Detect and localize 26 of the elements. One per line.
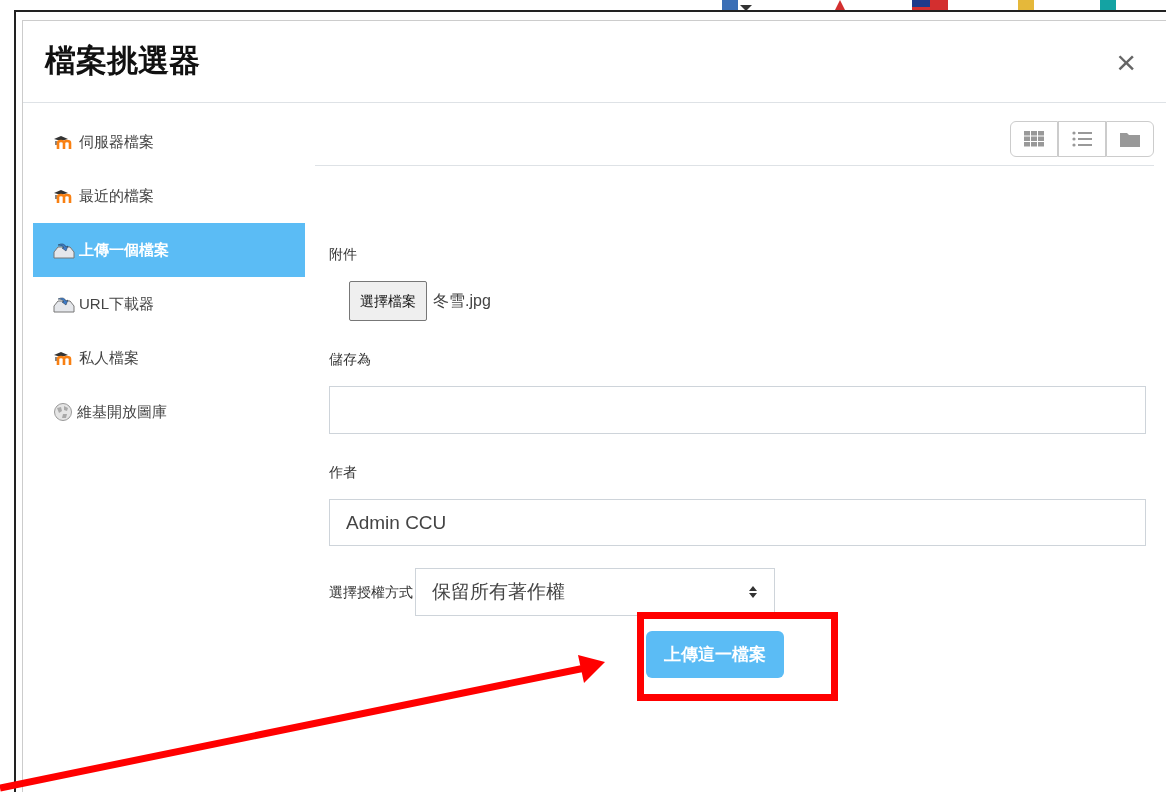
choose-file-button[interactable]: 選擇檔案	[349, 281, 427, 321]
folder-view-button[interactable]	[1106, 121, 1154, 157]
folder-icon	[1120, 131, 1140, 147]
inbox-arrow-icon	[53, 295, 75, 313]
field-label: 儲存為	[329, 350, 372, 369]
dialog-title: 檔案挑選器	[45, 42, 200, 81]
license-select[interactable]: 保留所有著作權	[415, 568, 775, 616]
sidebar-item[interactable]: 私人檔案	[33, 331, 305, 385]
sidebar-item[interactable]: 維基開放圖庫	[33, 385, 305, 439]
close-button[interactable]: ×	[1116, 44, 1136, 79]
author-field[interactable]: Admin CCU	[329, 499, 1146, 546]
sidebar-item[interactable]: 伺服器檔案	[33, 115, 305, 169]
grid-icon	[1024, 131, 1044, 147]
sort-caret-icon	[748, 585, 758, 599]
field-label: 選擇授權方式	[329, 582, 413, 602]
inbox-arrow-icon	[53, 241, 75, 259]
sidebar-item[interactable]: 最近的檔案	[33, 169, 305, 223]
grid-view-button[interactable]	[1010, 121, 1058, 157]
sidebar-item[interactable]: URL下載器	[33, 277, 305, 331]
list-icon	[1072, 131, 1092, 147]
field-label: 附件	[329, 245, 358, 264]
list-view-button[interactable]	[1058, 121, 1106, 157]
file-name: 冬雪.jpg	[433, 291, 491, 311]
field-label: 作者	[329, 463, 358, 482]
globe-icon	[53, 402, 73, 422]
save-as-field[interactable]	[329, 386, 1146, 434]
